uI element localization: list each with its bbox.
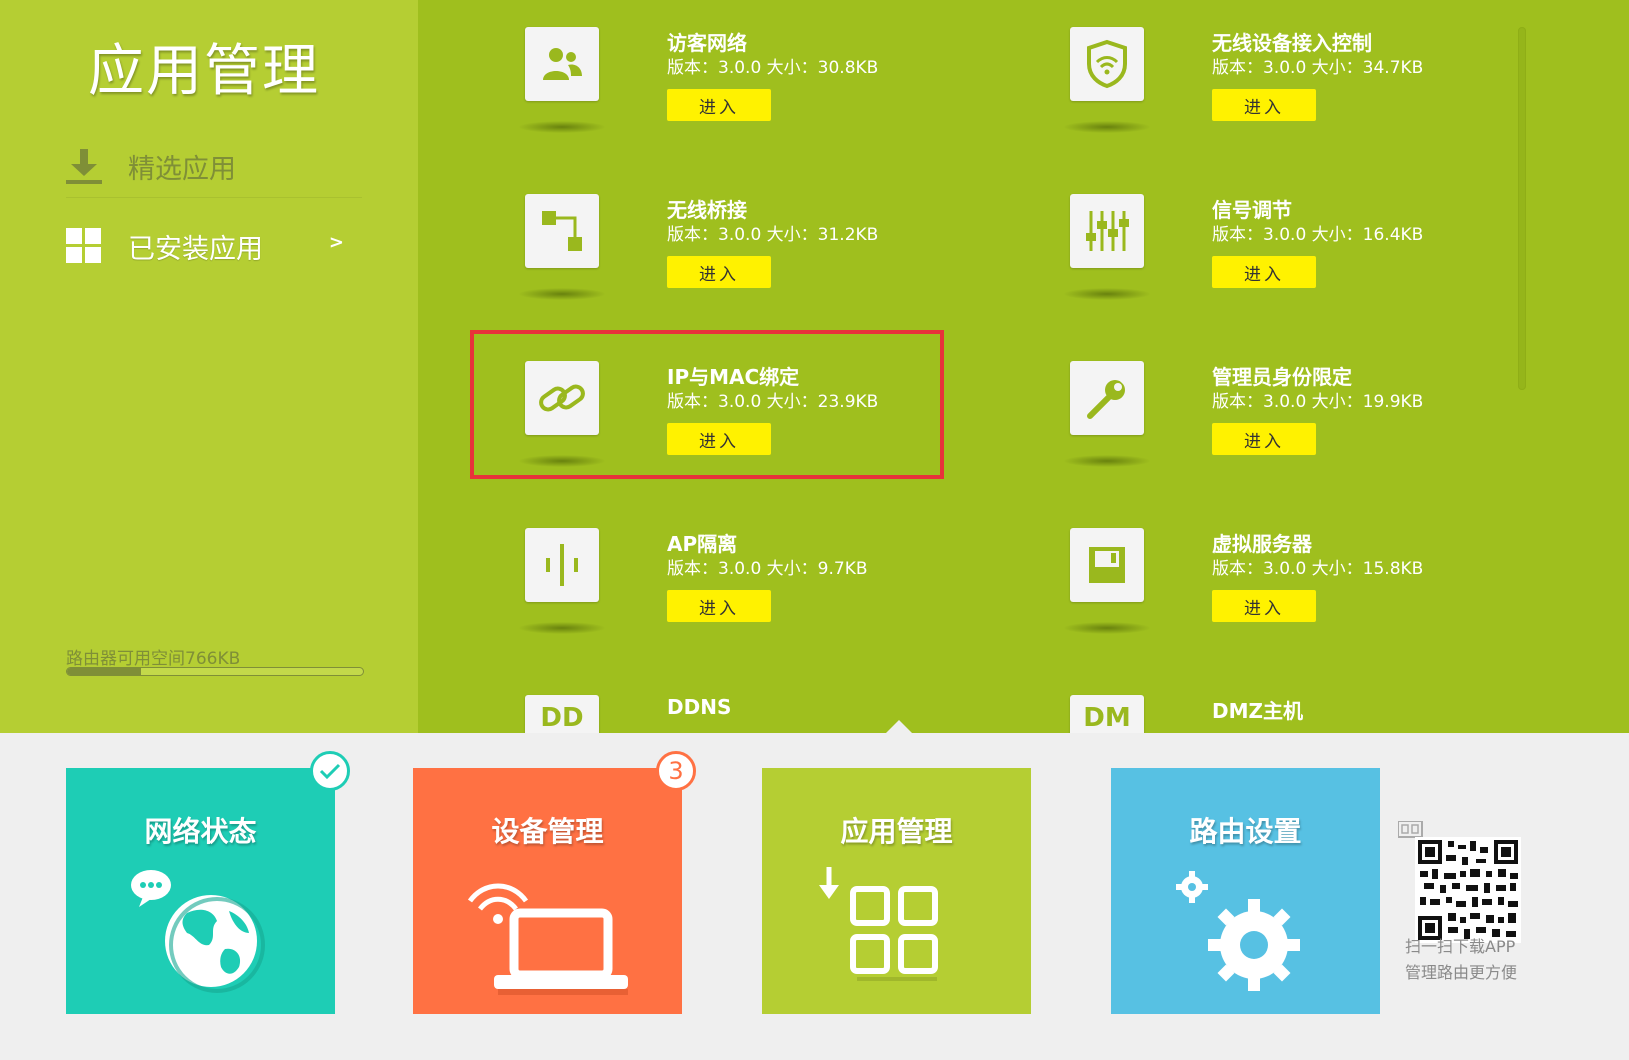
dmz-icon[interactable]: DM bbox=[1070, 695, 1144, 733]
gears-icon bbox=[1166, 863, 1326, 1003]
wifi-shield-icon[interactable] bbox=[1070, 27, 1144, 101]
app-card: 虚拟服务器 版本：3.0.0 大小：15.8KB 进入 bbox=[1064, 528, 1530, 668]
bottom-nav: 网络状态 设备管理 3 应用管理 路由设置 扫一扫下载APP 管理路由更方便 bbox=[0, 733, 1629, 1060]
nav-featured-apps[interactable]: 精选应用 bbox=[66, 136, 362, 198]
app-card: DM DMZ主机 bbox=[1070, 695, 1530, 733]
app-card: 无线设备接入控制 版本：3.0.0 大小：34.7KB 进入 bbox=[1064, 27, 1530, 167]
tile-label: 设备管理 bbox=[491, 815, 604, 848]
tile-router-settings[interactable]: 路由设置 bbox=[1111, 768, 1380, 1014]
storage-bar bbox=[66, 667, 364, 676]
bridge-icon[interactable] bbox=[525, 194, 599, 268]
qr-caption-line1: 扫一扫下载APP bbox=[1405, 937, 1516, 956]
app-card: DD DDNS bbox=[525, 695, 985, 733]
app-card: 信号调节 版本：3.0.0 大小：16.4KB 进入 bbox=[1064, 194, 1530, 334]
app-meta: 版本：3.0.0 大小：30.8KB bbox=[667, 58, 879, 78]
chevron-right-icon: > bbox=[328, 232, 344, 253]
enter-button[interactable]: 进入 bbox=[1212, 256, 1316, 288]
check-icon bbox=[310, 751, 350, 791]
app-card: 访客网络 版本：3.0.0 大小：30.8KB 进入 bbox=[519, 27, 985, 167]
page-title: 应用管理 bbox=[88, 39, 320, 104]
laptop-icon bbox=[467, 863, 632, 1003]
ap-isolation-icon[interactable] bbox=[525, 528, 599, 602]
nav-installed-apps-label: 已安装应用 bbox=[128, 233, 263, 265]
tile-device-management[interactable]: 设备管理 3 bbox=[413, 751, 696, 1014]
notification-badge: 3 bbox=[656, 751, 696, 791]
floppy-icon[interactable] bbox=[1070, 528, 1144, 602]
app-meta: 版本：3.0.0 大小：31.2KB bbox=[667, 225, 879, 245]
app-name: DMZ主机 bbox=[1212, 699, 1304, 723]
guest-users-icon[interactable] bbox=[525, 27, 599, 101]
tile-app-management[interactable]: 应用管理 bbox=[762, 768, 1031, 1014]
enter-button[interactable]: 进入 bbox=[667, 89, 771, 121]
nav-installed-apps[interactable]: 已安装应用 > bbox=[66, 218, 362, 274]
enter-button[interactable]: 进入 bbox=[1212, 423, 1316, 455]
app-name: 信号调节 bbox=[1212, 198, 1292, 222]
storage-bar-fill bbox=[67, 668, 141, 675]
active-tab-notch bbox=[885, 720, 913, 734]
enter-button[interactable]: 进入 bbox=[667, 256, 771, 288]
vertical-scrollbar[interactable] bbox=[1518, 27, 1526, 390]
app-meta: 版本：3.0.0 大小：34.7KB bbox=[1212, 58, 1424, 78]
wrench-icon[interactable] bbox=[1070, 361, 1144, 435]
qr-code bbox=[1397, 820, 1534, 947]
app-meta: 版本：3.0.0 大小：15.8KB bbox=[1212, 559, 1424, 579]
app-meta: 版本：3.0.0 大小：9.7KB bbox=[667, 559, 868, 579]
app-name: 无线设备接入控制 bbox=[1212, 31, 1372, 55]
sliders-icon[interactable] bbox=[1070, 194, 1144, 268]
app-meta: 版本：3.0.0 大小：16.4KB bbox=[1212, 225, 1424, 245]
globe-icon bbox=[121, 863, 281, 1003]
grid-icon bbox=[66, 226, 104, 266]
storage-text: 路由器可用空间766KB bbox=[66, 649, 241, 669]
app-name: 管理员身份限定 bbox=[1212, 365, 1352, 389]
app-card: AP隔离 版本：3.0.0 大小：9.7KB 进入 bbox=[519, 528, 985, 668]
download-icon bbox=[66, 147, 104, 187]
app-name: 无线桥接 bbox=[667, 198, 747, 222]
highlight-box bbox=[470, 330, 944, 479]
tile-network-status[interactable]: 网络状态 bbox=[66, 751, 350, 1014]
tile-label: 路由设置 bbox=[1189, 815, 1302, 848]
app-name: DDNS bbox=[667, 695, 732, 719]
app-card: 无线桥接 版本：3.0.0 大小：31.2KB 进入 bbox=[519, 194, 985, 334]
tile-label: 网络状态 bbox=[144, 815, 257, 848]
enter-button[interactable]: 进入 bbox=[1212, 89, 1316, 121]
installed-apps-grid: 访客网络 版本：3.0.0 大小：30.8KB 进入 无线设备接入控制 版本：3… bbox=[418, 0, 1629, 733]
app-management-panel: 应用管理 精选应用 已安装应用 > 路由器可用空间766KB 访客网络 版本：3… bbox=[0, 0, 1629, 733]
app-meta: 版本：3.0.0 大小：19.9KB bbox=[1212, 392, 1424, 412]
app-name: AP隔离 bbox=[667, 532, 738, 556]
app-card: 管理员身份限定 版本：3.0.0 大小：19.9KB 进入 bbox=[1064, 361, 1530, 501]
enter-button[interactable]: 进入 bbox=[1212, 590, 1316, 622]
apps-icon bbox=[817, 863, 977, 1003]
sidebar: 应用管理 精选应用 已安装应用 > 路由器可用空间766KB bbox=[0, 0, 418, 733]
app-name: 访客网络 bbox=[667, 31, 747, 55]
qr-caption-line2: 管理路由更方便 bbox=[1405, 963, 1518, 982]
tile-label: 应用管理 bbox=[840, 815, 953, 848]
nav-featured-apps-label: 精选应用 bbox=[128, 154, 236, 185]
app-name: 虚拟服务器 bbox=[1212, 532, 1312, 556]
enter-button[interactable]: 进入 bbox=[667, 590, 771, 622]
ddns-icon[interactable]: DD bbox=[525, 695, 599, 733]
